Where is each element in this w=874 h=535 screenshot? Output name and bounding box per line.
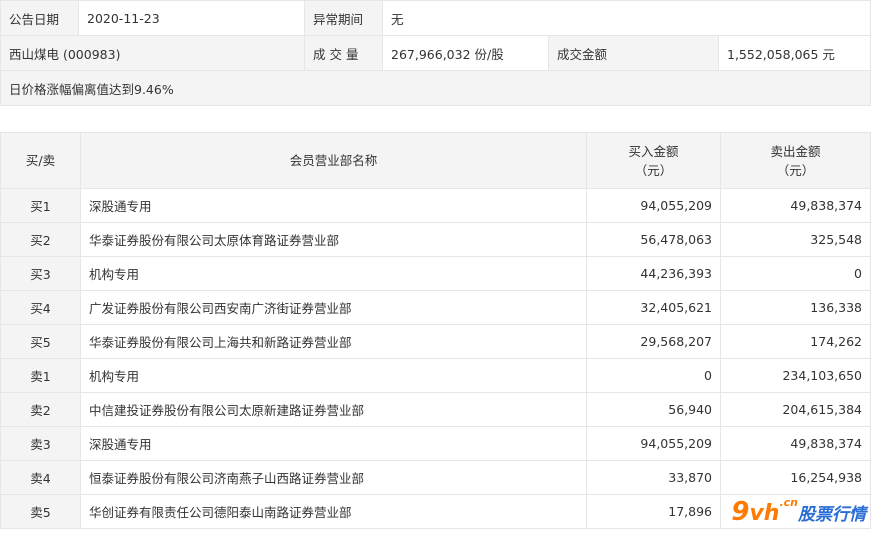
branch-cell: 华泰证券股份有限公司上海共和新路证券营业部 xyxy=(80,324,587,359)
table-row: 卖1 机构专用 0 234,103,650 xyxy=(0,358,871,393)
info-row-reason: 日价格涨幅偏离值达到9.46% xyxy=(0,70,872,106)
side-cell: 买5 xyxy=(0,324,81,359)
stock-info-table: 公告日期 2020-11-23 异常期间 无 西山煤电 (000983) 成 交… xyxy=(0,0,872,106)
buy-amount-cell: 0 xyxy=(586,358,721,393)
sell-amount-cell: 136,338 xyxy=(720,290,871,325)
table-row: 买2 华泰证券股份有限公司太原体育路证券营业部 56,478,063 325,5… xyxy=(0,222,871,257)
announce-date-label: 公告日期 xyxy=(0,0,79,36)
col-sell-header-line1: 卖出金额 xyxy=(770,143,821,159)
side-cell: 买4 xyxy=(0,290,81,325)
branch-cell: 华泰证券股份有限公司太原体育路证券营业部 xyxy=(80,222,587,257)
announce-date-value: 2020-11-23 xyxy=(78,0,305,36)
buy-amount-cell: 94,055,209 xyxy=(586,426,721,461)
branch-cell: 深股通专用 xyxy=(80,426,587,461)
side-cell: 卖1 xyxy=(0,358,81,393)
table-row: 买1 深股通专用 94,055,209 49,838,374 xyxy=(0,188,871,223)
side-cell: 卖4 xyxy=(0,460,81,495)
branch-cell: 华创证券有限责任公司德阳泰山南路证券营业部 xyxy=(80,494,587,529)
col-side-header: 买/卖 xyxy=(0,132,81,189)
table-row: 卖5 华创证券有限责任公司德阳泰山南路证券营业部 17,896 xyxy=(0,494,871,529)
side-cell: 卖5 xyxy=(0,494,81,529)
sell-amount-cell xyxy=(720,494,871,529)
reason-text: 日价格涨幅偏离值达到9.46% xyxy=(0,70,872,106)
sell-amount-cell: 49,838,374 xyxy=(720,188,871,223)
table-row: 买3 机构专用 44,236,393 0 xyxy=(0,256,871,291)
side-cell: 卖2 xyxy=(0,392,81,427)
col-buy-header-line2: （元） xyxy=(634,162,673,178)
table-row: 卖4 恒泰证券股份有限公司济南燕子山西路证券营业部 33,870 16,254,… xyxy=(0,460,871,495)
buy-amount-cell: 17,896 xyxy=(586,494,721,529)
col-buy-header: 买入金额 （元） xyxy=(586,132,721,189)
amount-value: 1,552,058,065 元 xyxy=(717,35,872,71)
col-buy-header-line1: 买入金额 xyxy=(628,143,679,159)
amount-label: 成交金额 xyxy=(548,35,719,71)
col-sell-header-line2: （元） xyxy=(776,162,815,178)
branch-cell: 机构专用 xyxy=(80,358,587,393)
col-branch-header: 会员营业部名称 xyxy=(80,132,587,189)
buy-amount-cell: 33,870 xyxy=(586,460,721,495)
sell-amount-cell: 49,838,374 xyxy=(720,426,871,461)
buy-amount-cell: 56,940 xyxy=(586,392,721,427)
info-row-date: 公告日期 2020-11-23 异常期间 无 xyxy=(0,0,872,36)
side-cell: 卖3 xyxy=(0,426,81,461)
sell-amount-cell: 234,103,650 xyxy=(720,358,871,393)
branch-cell: 机构专用 xyxy=(80,256,587,291)
table-row: 买4 广发证券股份有限公司西安南广济街证券营业部 32,405,621 136,… xyxy=(0,290,871,325)
buy-amount-cell: 94,055,209 xyxy=(586,188,721,223)
table-row: 卖2 中信建投证券股份有限公司太原新建路证券营业部 56,940 204,615… xyxy=(0,392,871,427)
stock-name: 西山煤电 (000983) xyxy=(0,35,305,71)
buy-amount-cell: 29,568,207 xyxy=(586,324,721,359)
abnormal-period-label: 异常期间 xyxy=(304,0,383,36)
sell-amount-cell: 0 xyxy=(720,256,871,291)
side-cell: 买3 xyxy=(0,256,81,291)
buy-amount-cell: 56,478,063 xyxy=(586,222,721,257)
broker-detail-table: 买/卖 会员营业部名称 买入金额 （元） 卖出金额 （元） 买1 深股通专用 9… xyxy=(0,132,871,529)
volume-value: 267,966,032 份/股 xyxy=(382,35,549,71)
buy-amount-cell: 44,236,393 xyxy=(586,256,721,291)
volume-label: 成 交 量 xyxy=(304,35,383,71)
branch-cell: 深股通专用 xyxy=(80,188,587,223)
branch-cell: 恒泰证券股份有限公司济南燕子山西路证券营业部 xyxy=(80,460,587,495)
table-header-row: 买/卖 会员营业部名称 买入金额 （元） 卖出金额 （元） xyxy=(0,132,871,189)
table-row: 卖3 深股通专用 94,055,209 49,838,374 xyxy=(0,426,871,461)
sell-amount-cell: 174,262 xyxy=(720,324,871,359)
table-row: 买5 华泰证券股份有限公司上海共和新路证券营业部 29,568,207 174,… xyxy=(0,324,871,359)
sell-amount-cell: 204,615,384 xyxy=(720,392,871,427)
buy-amount-cell: 32,405,621 xyxy=(586,290,721,325)
info-row-trade: 西山煤电 (000983) 成 交 量 267,966,032 份/股 成交金额… xyxy=(0,35,872,71)
sell-amount-cell: 16,254,938 xyxy=(720,460,871,495)
branch-cell: 广发证券股份有限公司西安南广济街证券营业部 xyxy=(80,290,587,325)
abnormal-period-value: 无 xyxy=(381,0,872,36)
branch-cell: 中信建投证券股份有限公司太原新建路证券营业部 xyxy=(80,392,587,427)
col-sell-header: 卖出金额 （元） xyxy=(720,132,871,189)
sell-amount-cell: 325,548 xyxy=(720,222,871,257)
side-cell: 买1 xyxy=(0,188,81,223)
side-cell: 买2 xyxy=(0,222,81,257)
